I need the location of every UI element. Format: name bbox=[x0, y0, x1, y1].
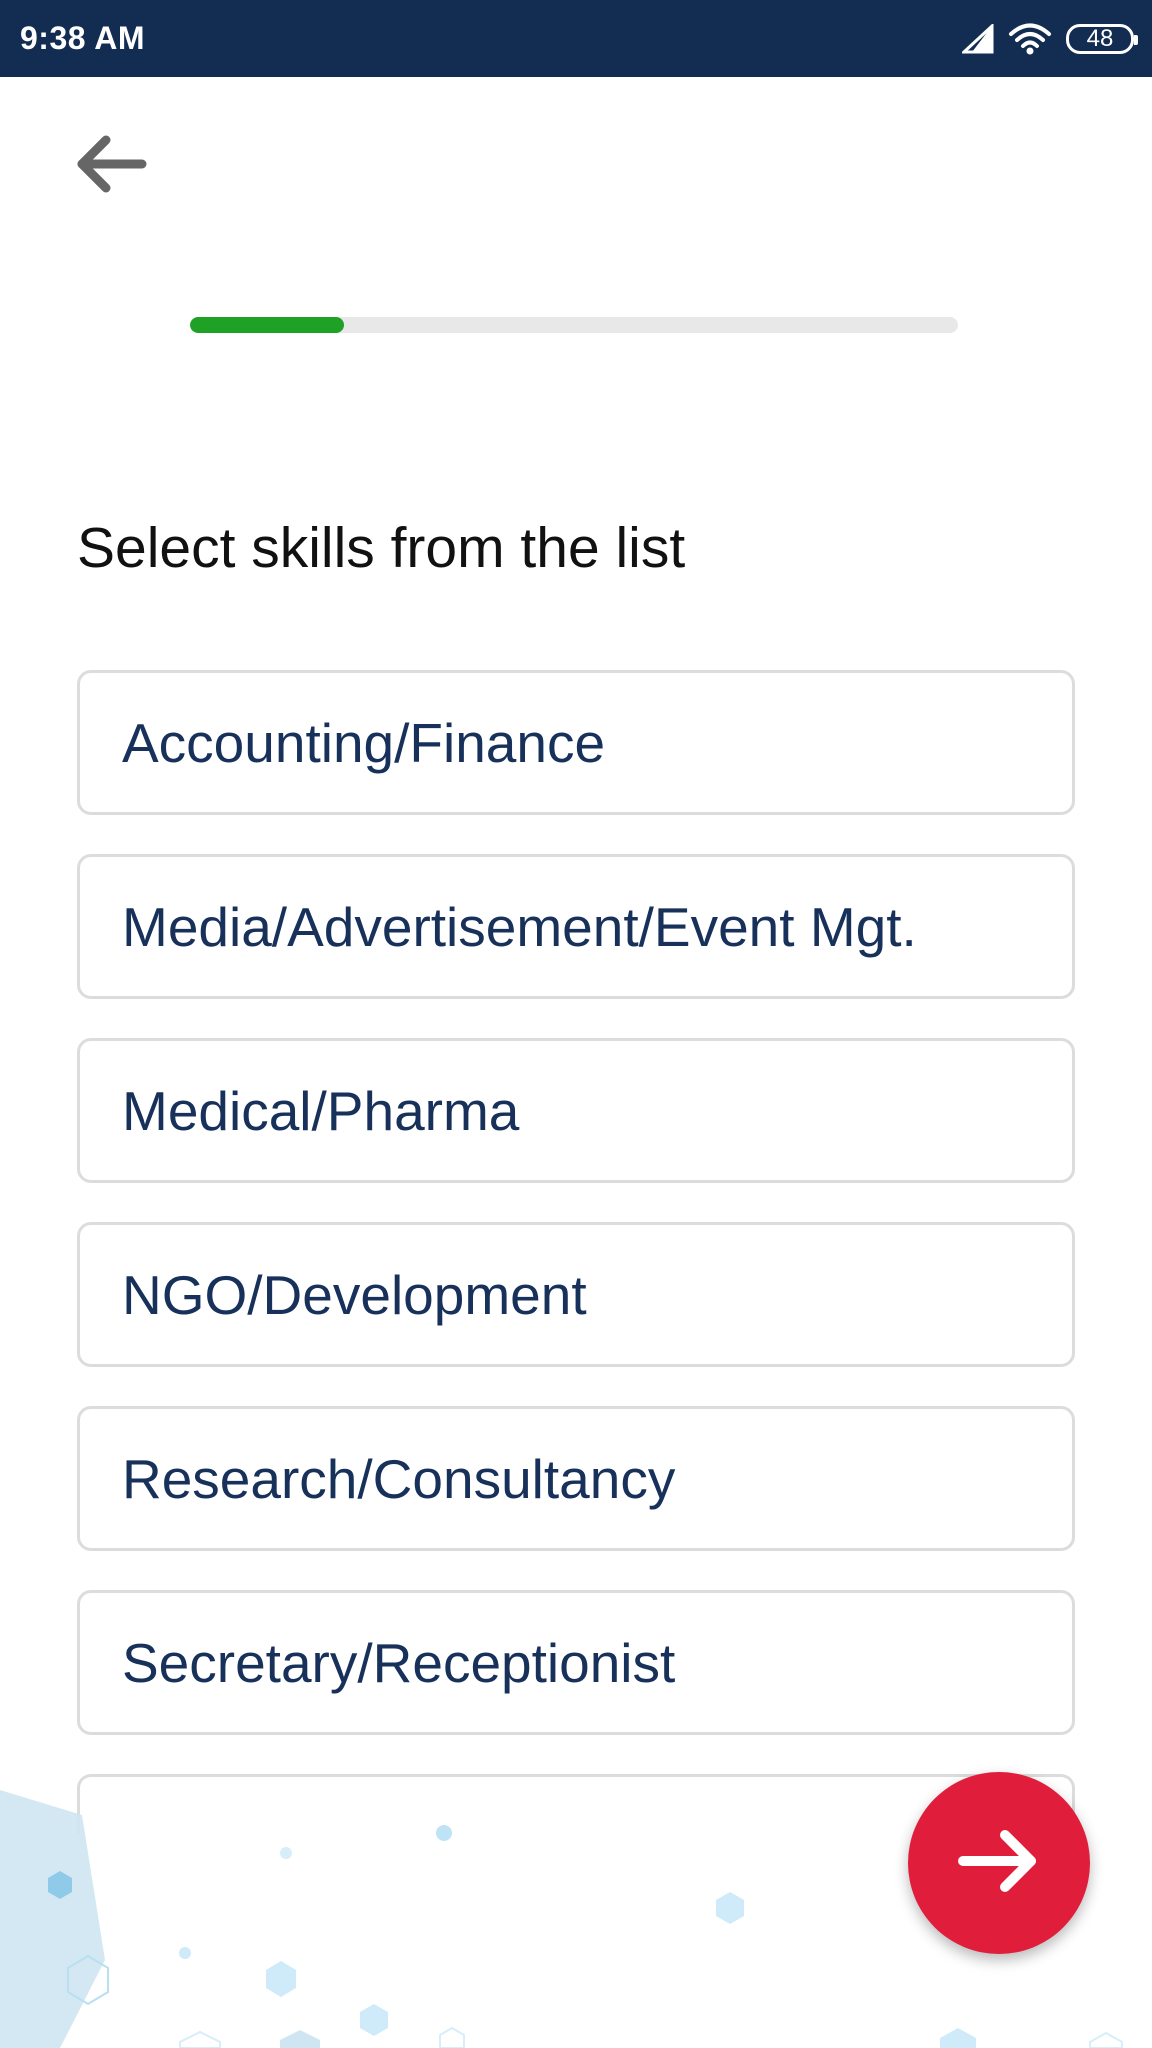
skill-option-label: Accounting/Finance bbox=[122, 711, 606, 774]
arrow-left-icon bbox=[74, 134, 148, 199]
skill-option[interactable]: NGO/Development bbox=[77, 1222, 1075, 1367]
wifi-icon bbox=[1008, 23, 1052, 55]
progress-bar bbox=[190, 317, 958, 333]
skill-option-label: Secretary/Receptionist bbox=[122, 1631, 676, 1694]
skill-option[interactable]: Media/Advertisement/Event Mgt. bbox=[77, 854, 1075, 999]
skill-option-label: Research/Consultancy bbox=[122, 1447, 676, 1510]
skill-option[interactable]: Accounting/Finance bbox=[77, 670, 1075, 815]
back-button[interactable] bbox=[66, 128, 156, 204]
battery-level: 48 bbox=[1086, 24, 1114, 52]
skill-option-label: NGO/Development bbox=[122, 1263, 587, 1326]
status-icons: 48 bbox=[962, 23, 1138, 55]
skill-option[interactable]: Secretary/Receptionist bbox=[77, 1590, 1075, 1735]
arrow-right-icon bbox=[957, 1829, 1041, 1898]
skill-option-label: Medical/Pharma bbox=[122, 1079, 520, 1142]
cell-signal-icon bbox=[962, 23, 994, 54]
page-title: Select skills from the list bbox=[77, 516, 686, 580]
skill-option-label: Media/Advertisement/Event Mgt. bbox=[122, 895, 917, 958]
skill-option[interactable]: Research/Consultancy bbox=[77, 1406, 1075, 1551]
skill-option[interactable]: Medical/Pharma bbox=[77, 1038, 1075, 1183]
progress-fill bbox=[190, 317, 344, 333]
battery-icon: 48 bbox=[1066, 23, 1138, 54]
next-button[interactable] bbox=[908, 1772, 1090, 1954]
status-time: 9:38 AM bbox=[20, 20, 146, 56]
status-bar: 9:38 AM 48 bbox=[0, 0, 1152, 77]
skill-list: Accounting/Finance Media/Advertisement/E… bbox=[77, 670, 1075, 1873]
